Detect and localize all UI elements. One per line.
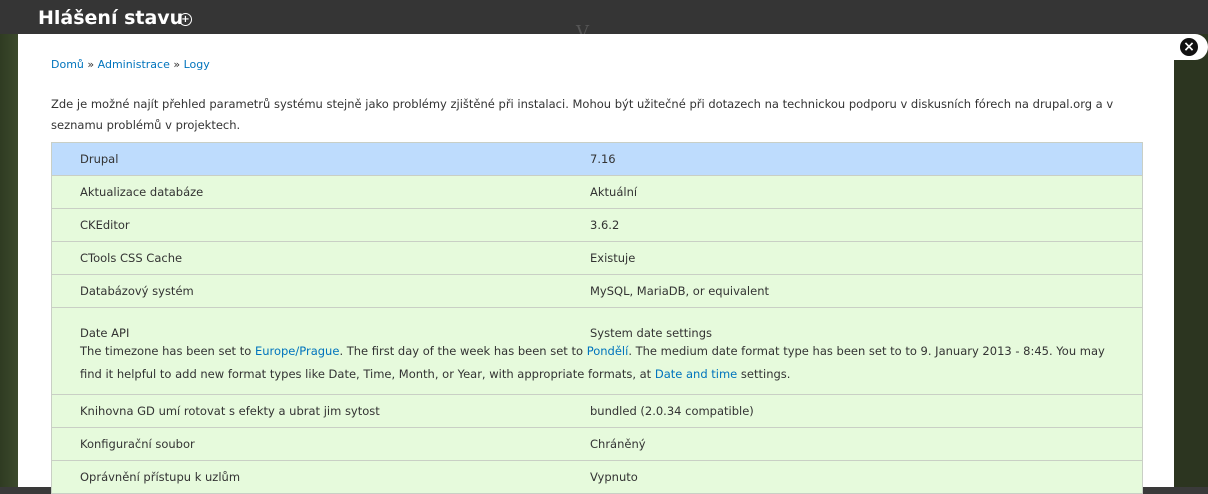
row-title: Konfigurační soubor	[51, 427, 590, 461]
row-value: 7.16	[590, 152, 616, 166]
row-value: MySQL, MariaDB, or equivalent	[590, 274, 1143, 308]
table-row: Drupal 7.16	[51, 142, 1143, 176]
row-title: Aktualizace databáze	[51, 175, 590, 209]
row-value: Vypnuto	[590, 460, 1143, 494]
desc-text: The timezone has been set to	[80, 344, 255, 358]
row-value: System date settings	[590, 307, 1143, 340]
row-title: Databázový systém	[51, 274, 590, 308]
add-shortcut-icon[interactable]: +	[179, 13, 192, 26]
page-description: Zde je možné najít přehled parametrů sys…	[51, 97, 1114, 132]
status-report-table: Drupal 7.16 Aktualizace databáze Aktuáln…	[51, 142, 1143, 494]
table-row: Konfigurační soubor Chráněný	[51, 427, 1143, 461]
row-title: Date API	[51, 307, 590, 340]
row-value: bundled (2.0.34 compatible)	[590, 394, 1143, 428]
row-value: Existuje	[590, 241, 1143, 275]
breadcrumb-separator: »	[173, 58, 181, 71]
row-title: CTools CSS Cache	[51, 241, 590, 275]
first-day-link[interactable]: Pondělí	[587, 344, 629, 358]
timezone-link[interactable]: Europe/Prague	[255, 344, 340, 358]
table-row: Date API System date settings	[51, 307, 1143, 340]
page-title: Hlášení stavu	[38, 7, 184, 29]
breadcrumb-separator: »	[87, 58, 95, 71]
breadcrumb: Domů » Administrace » Logy	[51, 58, 210, 71]
table-row: Knihovna GD umí rotovat s efekty a ubrat…	[51, 394, 1143, 428]
table-row: Oprávnění přístupu k uzlům Vypnuto	[51, 460, 1143, 494]
row-title: Drupal	[80, 152, 119, 166]
close-icon[interactable]: ×	[1180, 38, 1198, 56]
breadcrumb-administration[interactable]: Administrace	[98, 58, 170, 71]
table-row: CKEditor 3.6.2	[51, 208, 1143, 242]
table-row: Aktualizace databáze Aktuální	[51, 175, 1143, 209]
breadcrumb-logs[interactable]: Logy	[184, 58, 210, 71]
row-value: Chráněný	[590, 427, 1143, 461]
table-row: CTools CSS Cache Existuje	[51, 241, 1143, 275]
table-row: Databázový systém MySQL, MariaDB, or equ…	[51, 274, 1143, 308]
row-title: CKEditor	[51, 208, 590, 242]
table-row-description: The timezone has been set to Europe/Prag…	[51, 340, 1143, 395]
row-value: Aktuální	[590, 175, 1143, 209]
date-time-settings-link[interactable]: Date and time	[655, 367, 737, 381]
row-title: Knihovna GD umí rotovat s efekty a ubrat…	[51, 394, 590, 428]
breadcrumb-home[interactable]: Domů	[51, 58, 84, 71]
desc-text: . The first day of the week has been set…	[339, 344, 587, 358]
row-value: 3.6.2	[590, 208, 1143, 242]
desc-text: settings.	[737, 367, 791, 381]
row-title: Oprávnění přístupu k uzlům	[51, 460, 590, 494]
date-api-description: The timezone has been set to Europe/Prag…	[52, 340, 1143, 395]
